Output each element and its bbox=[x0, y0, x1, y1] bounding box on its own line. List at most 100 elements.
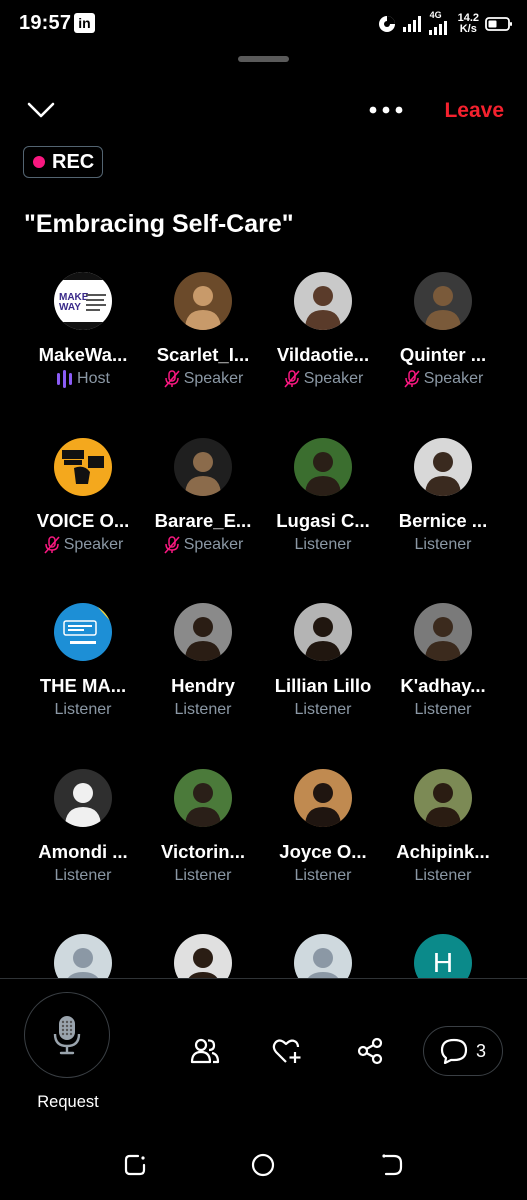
participant-name: Barare_E... bbox=[154, 509, 252, 531]
participant-role-label: Speaker bbox=[303, 370, 364, 387]
recording-badge: REC bbox=[23, 146, 103, 178]
participant-name: K'adhay... bbox=[400, 675, 486, 696]
participants-grid: MAKE WAY MakeWa... Host Scarlet_I... Speaker V… bbox=[23, 262, 503, 978]
linkedin-notification-icon: in bbox=[74, 13, 95, 33]
participant-role: Listener bbox=[143, 701, 263, 719]
drag-handle[interactable] bbox=[238, 56, 289, 62]
participant-role: Listener bbox=[143, 867, 263, 885]
participant-role-label: Listener bbox=[54, 866, 112, 884]
participant-role-label: Listener bbox=[294, 701, 352, 718]
svg-text:WAY: WAY bbox=[59, 302, 81, 313]
space-header: Leave bbox=[0, 90, 527, 134]
participant-item[interactable]: K'adhay... Listener bbox=[383, 593, 503, 759]
people-icon[interactable] bbox=[190, 1036, 220, 1066]
participant-role: Listener bbox=[263, 701, 383, 719]
participant-name: THE MA... bbox=[39, 675, 127, 696]
participant-item[interactable]: Achipink... Listener bbox=[383, 759, 503, 925]
participant-role: Listener bbox=[263, 867, 383, 885]
network-label: 4G bbox=[429, 10, 442, 20]
request-label: Request bbox=[37, 1093, 99, 1111]
participant-role: Listener bbox=[23, 701, 143, 719]
participant-role: Listener bbox=[263, 536, 383, 554]
avatar-photo bbox=[414, 603, 472, 661]
participant-role: Host bbox=[23, 370, 143, 388]
participant-item[interactable]: VOICE O... Speaker bbox=[23, 428, 143, 594]
more-options-icon[interactable] bbox=[368, 102, 404, 118]
network-type: 4G bbox=[428, 10, 452, 35]
avatar-photo bbox=[294, 272, 352, 330]
signal-bars-icon-2 bbox=[428, 21, 447, 35]
participant-item[interactable] bbox=[263, 924, 383, 978]
mic-muted-icon bbox=[163, 535, 181, 554]
participant-role-label: Speaker bbox=[183, 370, 244, 387]
participant-role: Listener bbox=[383, 701, 503, 719]
avatar-initial: H bbox=[414, 934, 472, 978]
participant-item[interactable]: MAKE WAY MakeWa... Host bbox=[23, 262, 143, 428]
participant-role: Listener bbox=[23, 867, 143, 885]
participant-role-label: Host bbox=[77, 370, 110, 387]
participant-item[interactable]: Bernice ... Listener bbox=[383, 428, 503, 594]
participant-item[interactable]: Quinter ... Speaker bbox=[383, 262, 503, 428]
participant-item[interactable]: Amondi ... Listener bbox=[23, 759, 143, 925]
participant-item[interactable]: Lillian Lillo Listener bbox=[263, 593, 383, 759]
avatar-photo bbox=[54, 768, 112, 827]
avatar-default bbox=[294, 934, 352, 978]
avatar-youth-panel-logo bbox=[54, 603, 112, 661]
participant-name: VOICE O... bbox=[36, 509, 130, 531]
participant-item[interactable]: Lugasi C... Listener bbox=[263, 428, 383, 594]
participant-item[interactable]: Barare_E... Speaker bbox=[143, 428, 263, 594]
space-title: "Embracing Self-Care" bbox=[24, 210, 294, 238]
recording-label: REC bbox=[52, 150, 95, 173]
participant-item[interactable]: Joyce O... Listener bbox=[263, 759, 383, 925]
participant-role-label: Speaker bbox=[183, 535, 244, 553]
heart-plus-icon[interactable] bbox=[272, 1036, 302, 1066]
participant-item[interactable] bbox=[143, 924, 263, 978]
participant-role-label: Listener bbox=[414, 701, 472, 718]
participant-name: Joyce O... bbox=[279, 840, 367, 862]
participant-name: Achipink... bbox=[396, 840, 490, 862]
participant-role-label: Listener bbox=[54, 701, 112, 718]
participant-name: Scarlet_I... bbox=[156, 344, 250, 365]
participant-role: Listener bbox=[383, 867, 503, 885]
participant-name: Victorin... bbox=[161, 840, 245, 862]
participant-name: Amondi ... bbox=[38, 840, 128, 862]
participant-role-label: Listener bbox=[414, 866, 472, 884]
participant-item[interactable]: THE MA... Listener bbox=[23, 593, 143, 759]
share-icon[interactable] bbox=[355, 1036, 385, 1066]
participant-item[interactable] bbox=[23, 924, 143, 978]
avatar-photo bbox=[294, 768, 352, 827]
recent-apps-icon[interactable] bbox=[122, 1152, 148, 1178]
request-mic-button[interactable] bbox=[24, 992, 110, 1078]
avatar-photo bbox=[294, 437, 352, 496]
leave-button[interactable]: Leave bbox=[444, 99, 504, 123]
participant-item[interactable]: H bbox=[383, 924, 503, 978]
participant-role: Speaker bbox=[143, 536, 263, 554]
recording-dot-icon bbox=[33, 156, 45, 168]
participant-item[interactable]: Hendry Listener bbox=[143, 593, 263, 759]
comment-icon bbox=[440, 1038, 468, 1064]
participant-role-label: Listener bbox=[174, 866, 232, 884]
participant-name: Hendry bbox=[171, 675, 235, 696]
avatar-photo bbox=[414, 437, 472, 496]
avatar-photo bbox=[174, 603, 232, 661]
participant-role: Listener bbox=[383, 536, 503, 554]
participants-list[interactable]: MAKE WAY MakeWa... Host Scarlet_I... Speaker V… bbox=[0, 262, 527, 978]
back-icon[interactable] bbox=[379, 1152, 405, 1178]
mic-muted-icon bbox=[43, 535, 61, 554]
avatar-default bbox=[54, 934, 112, 978]
participant-name: Quinter ... bbox=[399, 344, 487, 365]
chevron-down-icon[interactable] bbox=[26, 98, 56, 122]
signal-bars-icon bbox=[402, 16, 421, 32]
status-icons: 4G 14.2 K/s bbox=[378, 10, 513, 38]
participant-name: Bernice ... bbox=[398, 509, 488, 531]
comments-button[interactable]: 3 bbox=[423, 1026, 503, 1076]
participant-item[interactable]: Victorin... Listener bbox=[143, 759, 263, 925]
participant-item[interactable]: Vildaotie... Speaker bbox=[263, 262, 383, 428]
participant-role: Speaker bbox=[383, 370, 503, 388]
home-icon[interactable] bbox=[250, 1152, 276, 1178]
status-time: 19:57 bbox=[19, 12, 72, 34]
avatar-photo bbox=[174, 272, 232, 330]
participant-item[interactable]: Scarlet_I... Speaker bbox=[143, 262, 263, 428]
participant-role: Speaker bbox=[143, 370, 263, 388]
avatar-photo bbox=[174, 934, 232, 978]
